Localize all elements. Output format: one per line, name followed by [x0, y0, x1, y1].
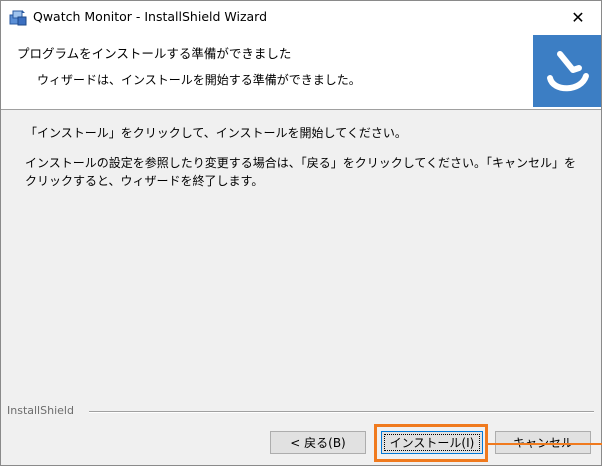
wizard-content: 「インストール」をクリックして、インストールを開始してください。 インストールの…: [1, 110, 601, 404]
focus-rectangle: [384, 434, 480, 451]
installshield-footer: InstallShield: [1, 403, 601, 419]
install-button[interactable]: インストール(I): [381, 431, 483, 454]
installshield-wizard-window: Qwatch Monitor - InstallShield Wizard ✕ …: [0, 0, 602, 466]
window-title: Qwatch Monitor - InstallShield Wizard: [33, 9, 268, 24]
close-button[interactable]: ✕: [555, 1, 601, 33]
installer-box-icon: [9, 8, 27, 26]
back-button-label: < 戻る(B): [290, 436, 346, 450]
installshield-swirl-icon: [533, 35, 601, 107]
title-bar: Qwatch Monitor - InstallShield Wizard ✕: [1, 1, 601, 33]
instruction-install: 「インストール」をクリックして、インストールを開始してください。: [25, 126, 407, 140]
header-subtitle: ウィザードは、インストールを開始する準備ができました。: [37, 73, 361, 87]
button-bar: < 戻る(B) インストール(I) キャンセル: [1, 428, 601, 458]
footer-divider: [89, 411, 594, 413]
close-icon: ✕: [571, 7, 585, 27]
cancel-button[interactable]: キャンセル: [495, 431, 591, 454]
wizard-header: プログラムをインストールする準備ができました ウィザードは、インストールを開始す…: [1, 33, 601, 110]
cancel-button-label: キャンセル: [512, 436, 573, 450]
header-title: プログラムをインストールする準備ができました: [17, 46, 292, 61]
instruction-back-cancel: インストールの設定を参照したり変更する場合は、「戻る」をクリックしてください。「…: [25, 156, 577, 188]
back-button[interactable]: < 戻る(B): [270, 431, 366, 454]
installshield-brand: InstallShield: [7, 404, 77, 417]
